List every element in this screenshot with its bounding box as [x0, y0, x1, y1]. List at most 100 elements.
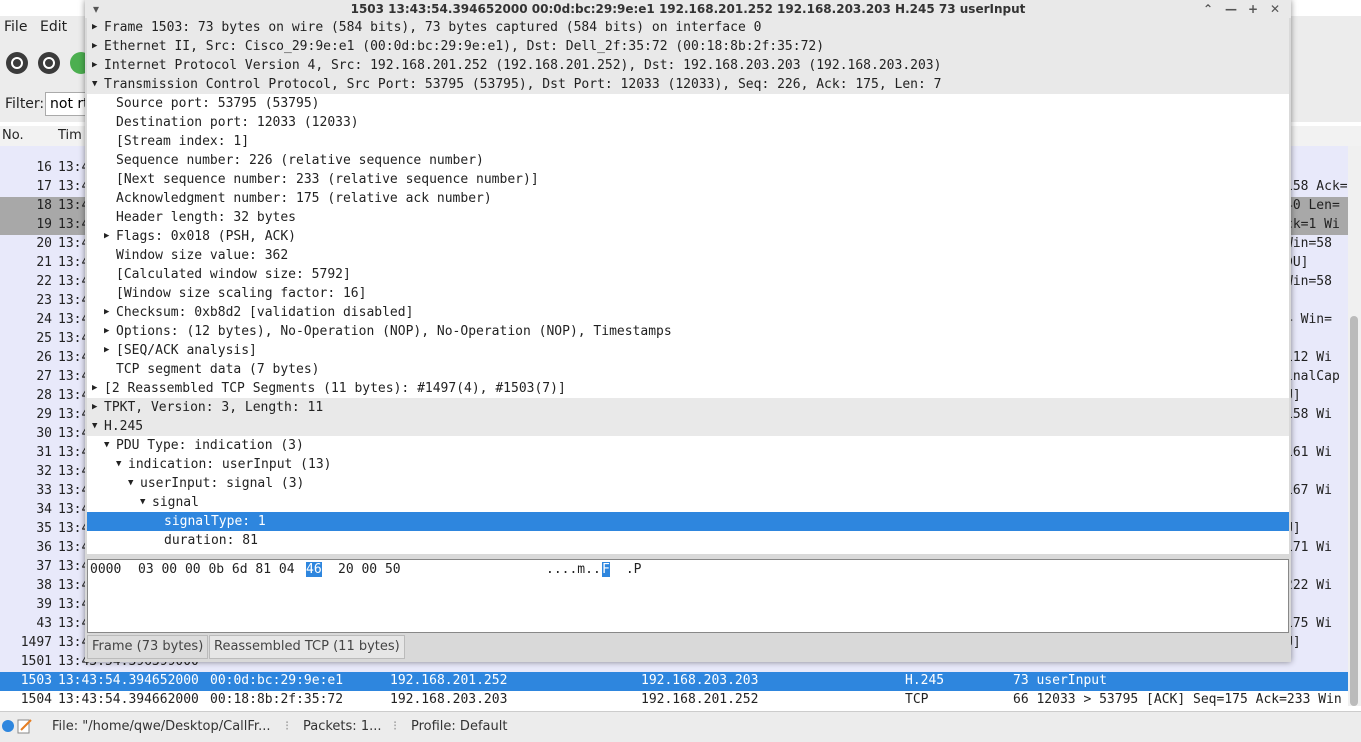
status-profile[interactable]: Profile: Default	[411, 719, 507, 734]
cell-info: 40 Len=	[1285, 198, 1340, 213]
table-row[interactable]: 1504 13:43:54.394662000 00:18:8b:2f:35:72 1…	[0, 691, 1348, 708]
tree-item[interactable]: ▶ Options: (12 bytes), No-Operation (NOP)…	[87, 322, 1289, 341]
cell-no: 36	[36, 540, 52, 555]
tree-item-label: Flags: 0x018 (PSH, ACK)	[116, 229, 297, 244]
collapsed-arrow-icon[interactable]: ▶	[104, 322, 109, 341]
column-header-no[interactable]: No.	[2, 128, 24, 143]
collapsed-arrow-icon[interactable]: ▶	[104, 227, 109, 246]
tree-item[interactable]: ▶ Flags: 0x018 (PSH, ACK)	[87, 227, 1289, 246]
collapsed-arrow-icon[interactable]: ▶	[104, 341, 109, 360]
tree-item[interactable]: ▼ H.245	[87, 417, 1289, 436]
tree-item[interactable]: ▶ TPKT, Version: 3, Length: 11	[87, 398, 1289, 417]
tree-item-label: [Next sequence number: 233 (relative seq…	[116, 172, 539, 187]
tree-item[interactable]: [Next sequence number: 233 (relative seq…	[87, 170, 1289, 189]
tree-item[interactable]: Sequence number: 226 (relative sequence …	[87, 151, 1289, 170]
hex-bytes[interactable]: 20 00 50	[338, 562, 401, 577]
tree-item[interactable]: ▼ signal	[87, 493, 1289, 512]
packet-list-scrollbar[interactable]	[1348, 146, 1361, 706]
tree-item-label: Ethernet II, Src: Cisco_29:9e:e1 (00:0d:…	[104, 39, 825, 54]
expert-info-icon[interactable]	[2, 718, 38, 738]
cell-info: 112 Wi	[1285, 350, 1332, 365]
packet-detail-tree: ▶ Frame 1503: 73 bytes on wire (584 bits)…	[87, 18, 1289, 554]
menu-file[interactable]: File	[4, 19, 27, 35]
tree-item-label: [SEQ/ACK analysis]	[116, 343, 257, 358]
tab-frame-bytes[interactable]: Frame (73 bytes)	[87, 635, 209, 659]
ascii-text[interactable]: ....m..	[546, 562, 601, 577]
collapsed-arrow-icon[interactable]: ▶	[92, 379, 97, 398]
cell-no: 21	[36, 255, 52, 270]
ascii-char-selected[interactable]: F	[602, 562, 610, 577]
tree-item-label: indication: userInput (13)	[128, 457, 332, 472]
cell-info: 158 Wi	[1285, 407, 1332, 422]
cell-no: 39	[36, 597, 52, 612]
tree-item[interactable]: [Stream index: 1]	[87, 132, 1289, 151]
status-packets: Packets: 1...	[303, 719, 382, 734]
cell-no: 34	[36, 502, 52, 517]
expanded-arrow-icon[interactable]: ▼	[128, 474, 133, 493]
tree-item[interactable]: Source port: 53795 (53795)	[87, 94, 1289, 113]
tree-item[interactable]: ▶ [2 Reassembled TCP Segments (11 bytes):…	[87, 379, 1289, 398]
expanded-arrow-icon[interactable]: ▼	[116, 455, 121, 474]
cell-no: 22	[36, 274, 52, 289]
tree-item-label: signalType: 1	[164, 514, 266, 529]
collapsed-arrow-icon[interactable]: ▶	[92, 18, 97, 37]
cell-info: Win=58	[1285, 274, 1332, 289]
maximize-icon[interactable]: +	[1248, 0, 1258, 18]
packet-detail-dialog: ▾ 1503 13:43:54.394652000 00:0d:bc:29:9e…	[85, 0, 1291, 662]
expanded-arrow-icon[interactable]: ▼	[140, 493, 145, 512]
tree-item[interactable]: ▶ Frame 1503: 73 bytes on wire (584 bits)…	[87, 18, 1289, 37]
tree-item[interactable]: ▶ Internet Protocol Version 4, Src: 192.1…	[87, 56, 1289, 75]
tree-item[interactable]: [Calculated window size: 5792]	[87, 265, 1289, 284]
expanded-arrow-icon[interactable]: ▼	[104, 436, 109, 455]
hex-bytes[interactable]: 03 00 00 0b 6d 81 04	[138, 562, 295, 577]
cell-no: 17	[36, 179, 52, 194]
collapsed-arrow-icon[interactable]: ▶	[92, 37, 97, 56]
tree-item[interactable]: ▶ Ethernet II, Src: Cisco_29:9e:e1 (00:0d…	[87, 37, 1289, 56]
tree-item[interactable]: Header length: 32 bytes	[87, 208, 1289, 227]
expanded-arrow-icon[interactable]: ▼	[92, 417, 97, 436]
dialog-titlebar[interactable]: ▾ 1503 13:43:54.394652000 00:0d:bc:29:9e…	[85, 0, 1291, 18]
status-separator: ⁝	[285, 719, 290, 734]
tree-item[interactable]: Destination port: 12033 (12033)	[87, 113, 1289, 132]
minimize-icon[interactable]: —	[1225, 0, 1237, 18]
tree-item[interactable]: Window size value: 362	[87, 246, 1289, 265]
column-header-time[interactable]: Tim	[58, 128, 82, 143]
tree-item[interactable]: ▶ Checksum: 0xb8d2 [validation disabled]	[87, 303, 1289, 322]
tree-item[interactable]: ▼ PDU Type: indication (3)	[87, 436, 1289, 455]
ascii-text[interactable]: .P	[618, 562, 642, 577]
close-icon[interactable]: ✕	[1270, 0, 1280, 18]
cell-info: 171 Wi	[1285, 540, 1332, 555]
tree-item[interactable]: Acknowledgment number: 175 (relative ack…	[87, 189, 1289, 208]
cell-no: 31	[36, 445, 52, 460]
tree-item[interactable]: ▼ indication: userInput (13)	[87, 455, 1289, 474]
cell-info: 66 12033 > 53795 [ACK] Seq=175 Ack=233 W…	[1013, 692, 1342, 707]
cell-proto: H.245	[905, 673, 945, 688]
cell-proto: TCP	[905, 692, 929, 707]
collapsed-arrow-icon[interactable]: ▶	[104, 303, 109, 322]
tree-item[interactable]: ▶ [SEQ/ACK analysis]	[87, 341, 1289, 360]
scrollbar-thumb[interactable]	[1350, 316, 1358, 706]
tree-item[interactable]: ▼ Transmission Control Protocol, Src Port…	[87, 75, 1289, 94]
collapsed-arrow-icon[interactable]: ▶	[92, 398, 97, 417]
tree-item[interactable]: signalType: 1	[87, 512, 1289, 531]
tree-item-label: Sequence number: 226 (relative sequence …	[116, 153, 484, 168]
expanded-arrow-icon[interactable]: ▼	[92, 75, 97, 94]
cell-no: 28	[36, 388, 52, 403]
tree-item[interactable]: TCP segment data (7 bytes)	[87, 360, 1289, 379]
interface-list-icon[interactable]	[6, 52, 28, 74]
tab-reassembled-tcp[interactable]: Reassembled TCP (11 bytes)	[209, 635, 405, 659]
window-menu-icon[interactable]: ▾	[93, 0, 99, 18]
tree-item-label: Transmission Control Protocol, Src Port:…	[104, 77, 942, 92]
tree-item-label: duration: 81	[164, 533, 258, 548]
collapsed-arrow-icon[interactable]: ▶	[92, 56, 97, 75]
tree-item[interactable]: [Window size scaling factor: 16]	[87, 284, 1289, 303]
capture-options-icon[interactable]	[38, 52, 60, 74]
hex-byte-selected[interactable]: 46	[306, 562, 322, 577]
tree-item[interactable]: duration: 81	[87, 531, 1289, 550]
tree-item[interactable]: ▼ userInput: signal (3)	[87, 474, 1289, 493]
cell-info: ck=1 Wi	[1285, 217, 1340, 232]
table-row[interactable]: 1503 13:43:54.394652000 00:0d:bc:29:9e:e1 1…	[0, 672, 1348, 691]
tree-item-label: H.245	[104, 419, 144, 434]
menu-edit[interactable]: Edit	[40, 19, 67, 35]
window-up-icon[interactable]: ⌃	[1203, 0, 1213, 18]
